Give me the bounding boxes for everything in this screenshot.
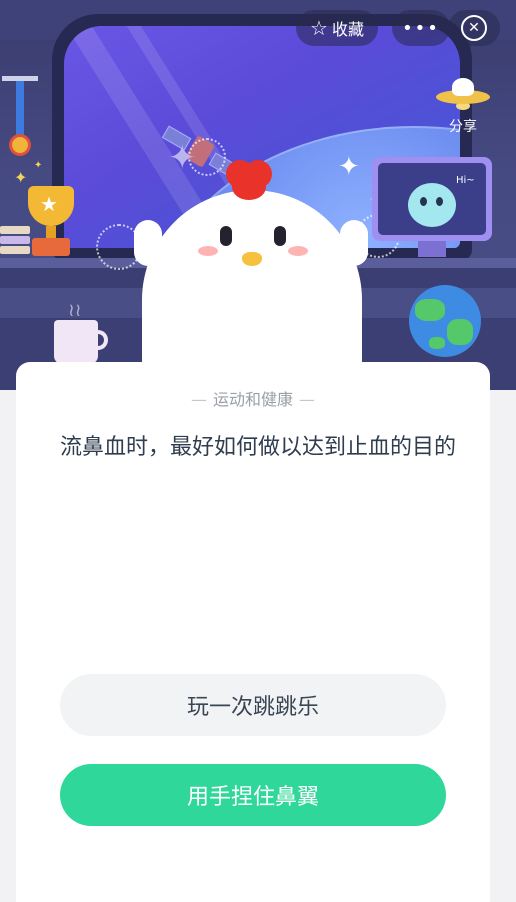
- chicken-beak: [242, 252, 262, 266]
- medal-coin: [9, 134, 31, 156]
- question-text: 流鼻血时，最好如何做以达到止血的目的: [60, 435, 457, 460]
- divider-dash: —: [299, 390, 315, 409]
- chicken-body: [142, 190, 362, 390]
- globe-land: [447, 319, 473, 345]
- trophy-base: [32, 238, 70, 256]
- chicken-mascot: [134, 160, 368, 390]
- category-label: — 运动和健康 —: [16, 386, 490, 410]
- comb-base: [232, 174, 266, 200]
- mug-icon: [54, 320, 98, 364]
- monitor-illustration: Hi~: [372, 157, 492, 241]
- book: [0, 236, 30, 244]
- alien-eye: [420, 197, 427, 206]
- sparkle-icon: ✦: [34, 160, 43, 171]
- answer-option-b[interactable]: 用手捏住鼻翼: [60, 764, 446, 826]
- monitor-greeting: Hi~: [456, 175, 475, 186]
- answer-option-a[interactable]: 玩一次跳跳乐: [60, 674, 446, 736]
- chicken-wing: [340, 220, 368, 266]
- category-text: 运动和健康: [212, 390, 293, 409]
- monitor-stand: [418, 241, 446, 257]
- more-button[interactable]: •••: [392, 10, 450, 46]
- more-icon: •••: [402, 17, 440, 39]
- chicken-comb: [226, 160, 272, 200]
- close-button[interactable]: ✕: [448, 10, 500, 46]
- trophy-icon: ★: [22, 186, 80, 258]
- sparkle-icon: ✦: [14, 168, 28, 187]
- ufo-share-icon: [436, 72, 490, 112]
- star-icon: ☆: [310, 16, 328, 40]
- globe-land: [429, 337, 445, 349]
- globe-land: [415, 299, 445, 321]
- question-card: — 运动和健康 — 流鼻血时，最好如何做以达到止血的目的 玩一次跳跳乐 用手捏住鼻翼: [16, 362, 490, 902]
- chicken-wing: [134, 220, 162, 266]
- share-button[interactable]: 分享: [436, 72, 490, 136]
- books-icon: [0, 226, 30, 258]
- chicken-cheek: [198, 246, 218, 256]
- favorite-button[interactable]: ☆ 收藏: [296, 10, 378, 46]
- monitor-screen: Hi~: [378, 163, 486, 235]
- globe-icon: [409, 285, 481, 357]
- book: [0, 226, 30, 234]
- star-icon: ★: [40, 192, 58, 216]
- hero-illustration: ✦ ✦ ★ ✦ ✦ ✦ Hi~ ≀≀: [0, 0, 516, 390]
- chicken-cheek: [288, 246, 308, 256]
- chicken-eye: [274, 226, 286, 246]
- divider-dash: —: [190, 390, 207, 409]
- chicken-eye: [220, 226, 232, 246]
- answer-option-label: 玩一次跳跳乐: [186, 695, 319, 720]
- alien-eye: [436, 197, 443, 206]
- trophy-stem: [46, 226, 56, 238]
- answer-option-label: 用手捏住鼻翼: [186, 785, 319, 810]
- favorite-label: 收藏: [331, 20, 364, 39]
- book: [0, 246, 30, 254]
- ufo-dome: [452, 78, 474, 96]
- share-label: 分享: [449, 119, 477, 135]
- medal-ribbon: [16, 81, 24, 135]
- steam-icon: ≀≀: [68, 300, 82, 321]
- alien-icon: [408, 183, 456, 227]
- close-icon: ✕: [461, 15, 487, 41]
- medal-icon: [2, 76, 38, 162]
